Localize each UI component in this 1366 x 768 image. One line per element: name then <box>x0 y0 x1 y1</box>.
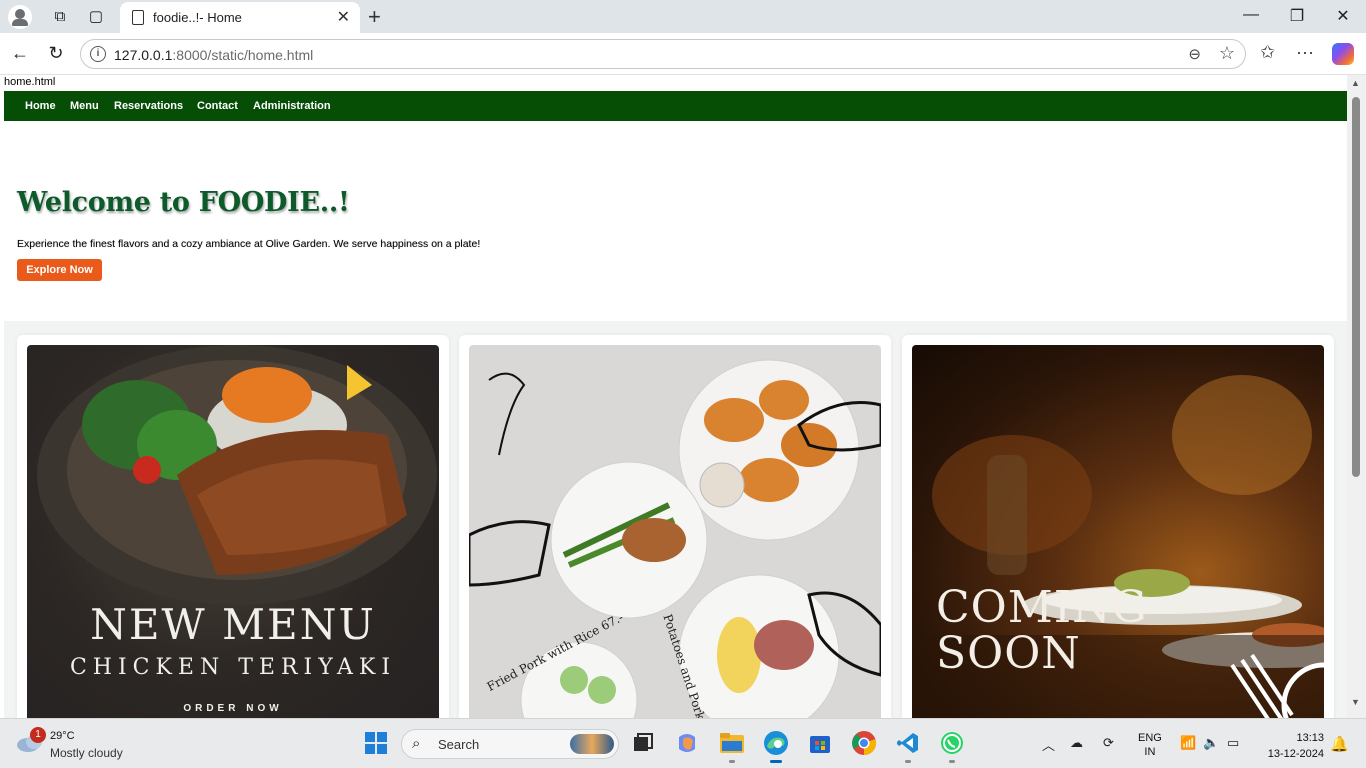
browser-tab-home[interactable]: foodie..!- Home ✕ <box>120 2 360 33</box>
menu-card-coming-soon[interactable]: COMING SOON <box>902 335 1334 718</box>
favorite-star-icon[interactable]: ☆ <box>1219 43 1235 64</box>
new-tab-button[interactable]: + <box>368 4 381 30</box>
new-menu-text: NEW MENU <box>90 600 376 649</box>
zoom-icon[interactable]: ⊖ <box>1188 45 1201 63</box>
chicken-teriyaki-image: NEW MENU CHICKEN TERIYAKI ORDER NOW <box>27 345 439 718</box>
copilot-icon[interactable] <box>1332 43 1354 65</box>
nav-reservations[interactable]: Reservations <box>114 100 183 112</box>
site-info-icon[interactable]: i <box>90 46 106 62</box>
hero-heading: Welcome to FOODIE..! <box>17 187 350 218</box>
address-bar[interactable]: i 127.0.0.1:8000/static/home.html ⊖ ☆ <box>80 39 1246 69</box>
explore-now-button[interactable]: Explore Now <box>17 259 102 281</box>
weather-badge: 1 <box>30 727 46 743</box>
menu-card-new-menu[interactable]: NEW MENU CHICKEN TERIYAKI ORDER NOW <box>17 335 449 718</box>
nav-menu[interactable]: Menu <box>70 100 99 112</box>
scroll-thumb[interactable] <box>1352 97 1360 477</box>
refresh-icon[interactable]: ↻ <box>44 43 68 64</box>
page-scrollbar[interactable]: ▲ ▼ <box>1347 75 1366 718</box>
task-view-icon[interactable] <box>628 728 658 758</box>
dishes-image: Fried Pork with Rice 67.- Potatoes and P… <box>469 345 881 718</box>
whatsapp-icon[interactable] <box>937 728 967 763</box>
browser-toolbar: ← ↻ i 127.0.0.1:8000/static/home.html ⊖ … <box>0 33 1366 75</box>
tab-actions-icon[interactable]: ▢ <box>86 7 106 27</box>
vscode-icon[interactable] <box>893 728 923 763</box>
clock[interactable]: 13:13 13-12-2024 <box>1256 730 1324 762</box>
edge-browser-icon[interactable] <box>761 728 791 763</box>
scroll-down-icon[interactable]: ▼ <box>1351 697 1360 707</box>
page-viewport: home.html Home Menu Reservations Contact… <box>0 75 1366 718</box>
copilot-taskbar-icon[interactable] <box>672 728 702 758</box>
profile-icon[interactable] <box>8 5 32 29</box>
weather-temperature[interactable]: 29°C <box>50 730 75 742</box>
site-navbar: Home Menu Reservations Contact Administr… <box>4 91 1347 121</box>
favorites-icon[interactable]: ✩ <box>1260 42 1275 63</box>
menu-card-dishes[interactable]: Fried Pork with Rice 67.- Potatoes and P… <box>459 335 891 718</box>
search-icon: ⌕ <box>412 735 421 752</box>
back-arrow-icon[interactable]: ← <box>8 43 32 64</box>
chrome-icon[interactable] <box>849 728 879 758</box>
order-now-text: ORDER NOW <box>183 703 283 714</box>
tab-title: foodie..!- Home <box>153 10 242 25</box>
language-indicator[interactable]: ENG IN <box>1138 731 1162 759</box>
taskbar-search[interactable]: ⌕ Search <box>401 729 619 759</box>
filename-label: home.html <box>4 76 56 88</box>
workspaces-icon[interactable]: ⧉ <box>50 7 70 27</box>
sync-icon[interactable]: ⟳ <box>1103 735 1114 751</box>
battery-icon[interactable]: ▭ <box>1227 735 1239 751</box>
start-button[interactable] <box>361 728 391 758</box>
wifi-icon[interactable]: 📶 <box>1180 735 1196 751</box>
search-placeholder: Search <box>438 737 480 752</box>
browser-tab-strip: ⧉ ▢ foodie..!- Home ✕ + — ❐ ✕ <box>0 0 1366 33</box>
onedrive-icon[interactable]: ☁ <box>1070 735 1083 751</box>
file-explorer-icon[interactable] <box>717 728 747 763</box>
close-tab-icon[interactable]: ✕ <box>337 7 350 27</box>
minimize-icon[interactable]: — <box>1236 6 1266 24</box>
page-icon <box>132 10 144 25</box>
nav-home[interactable]: Home <box>25 100 56 112</box>
nav-contact[interactable]: Contact <box>197 100 238 112</box>
coming-soon-text: COMING SOON <box>936 582 1148 679</box>
hero-tagline: Experience the finest flavors and a cozy… <box>17 238 481 250</box>
hero-section: Welcome to FOODIE..! Experience the fine… <box>4 121 1347 321</box>
notification-bell-icon[interactable]: 🔔 <box>1330 735 1349 753</box>
nav-administration[interactable]: Administration <box>253 100 331 112</box>
search-highlight-image <box>570 734 614 754</box>
volume-icon[interactable]: 🔈 <box>1203 735 1219 751</box>
more-menu-icon[interactable]: ··· <box>1296 42 1314 63</box>
weather-description[interactable]: Mostly cloudy <box>50 746 123 760</box>
restore-icon[interactable]: ❐ <box>1282 6 1312 26</box>
scroll-up-icon[interactable]: ▲ <box>1351 78 1360 88</box>
url-text[interactable]: 127.0.0.1:8000/static/home.html <box>114 47 313 63</box>
show-hidden-icons[interactable]: ︿ <box>1042 735 1055 754</box>
chicken-teriyaki-text: CHICKEN TERIYAKI <box>69 655 397 680</box>
microsoft-store-icon[interactable] <box>805 728 835 758</box>
windows-logo-icon <box>365 732 387 754</box>
windows-taskbar: 1 29°C Mostly cloudy ⌕ Search ︿ ☁ ⟳ ENG <box>0 718 1366 768</box>
restaurant-image: COMING SOON <box>912 345 1324 718</box>
window-close-icon[interactable]: ✕ <box>1328 6 1358 26</box>
